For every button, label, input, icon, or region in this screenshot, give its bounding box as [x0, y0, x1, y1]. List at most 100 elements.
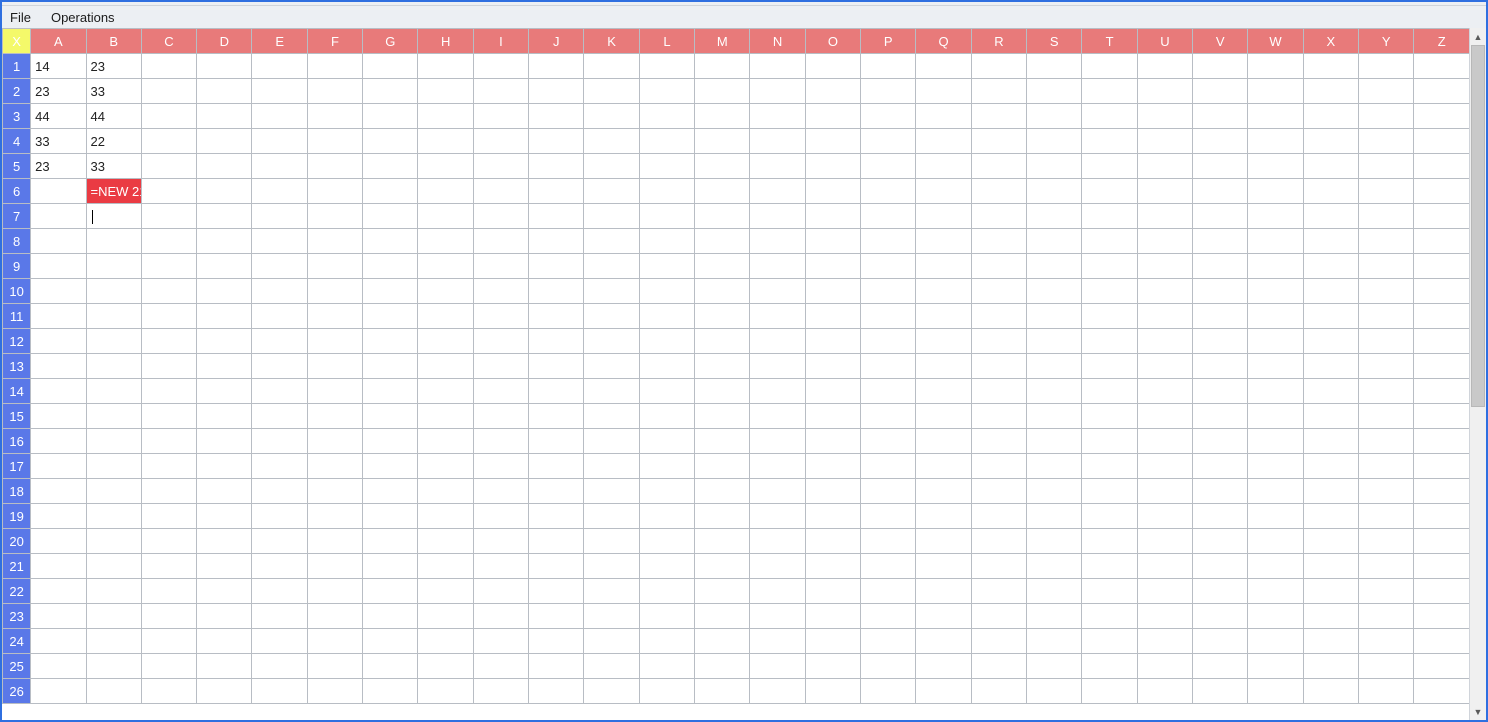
cell-B12[interactable]: [86, 329, 141, 354]
cell-J25[interactable]: [529, 654, 584, 679]
cell-C5[interactable]: [141, 154, 196, 179]
cell-R15[interactable]: [971, 404, 1026, 429]
cell-F18[interactable]: [307, 479, 362, 504]
col-header-T[interactable]: T: [1082, 29, 1137, 54]
cell-C26[interactable]: [141, 679, 196, 704]
cell-N13[interactable]: [750, 354, 805, 379]
cell-I5[interactable]: [473, 154, 528, 179]
cell-K7[interactable]: [584, 204, 639, 229]
cell-N6[interactable]: [750, 179, 805, 204]
cell-F19[interactable]: [307, 504, 362, 529]
cell-C11[interactable]: [141, 304, 196, 329]
cell-T8[interactable]: [1082, 229, 1137, 254]
cell-F20[interactable]: [307, 529, 362, 554]
cell-J6[interactable]: [529, 179, 584, 204]
cell-Z5[interactable]: [1414, 154, 1469, 179]
cell-I20[interactable]: [473, 529, 528, 554]
cell-O5[interactable]: [805, 154, 860, 179]
cell-X10[interactable]: [1303, 279, 1358, 304]
col-header-W[interactable]: W: [1248, 29, 1303, 54]
cell-H9[interactable]: [418, 254, 473, 279]
cell-R13[interactable]: [971, 354, 1026, 379]
cell-T9[interactable]: [1082, 254, 1137, 279]
cell-F5[interactable]: [307, 154, 362, 179]
cell-K26[interactable]: [584, 679, 639, 704]
cell-P4[interactable]: [861, 129, 916, 154]
cell-U4[interactable]: [1137, 129, 1192, 154]
cell-G4[interactable]: [363, 129, 418, 154]
cell-M19[interactable]: [695, 504, 750, 529]
cell-B24[interactable]: [86, 629, 141, 654]
cell-D6[interactable]: [197, 179, 252, 204]
cell-G13[interactable]: [363, 354, 418, 379]
cell-O4[interactable]: [805, 129, 860, 154]
cell-T23[interactable]: [1082, 604, 1137, 629]
cell-Q8[interactable]: [916, 229, 971, 254]
cell-I8[interactable]: [473, 229, 528, 254]
cell-P24[interactable]: [861, 629, 916, 654]
cell-N8[interactable]: [750, 229, 805, 254]
cell-R6[interactable]: [971, 179, 1026, 204]
cell-P25[interactable]: [861, 654, 916, 679]
cell-N1[interactable]: [750, 54, 805, 79]
cell-M16[interactable]: [695, 429, 750, 454]
cell-C25[interactable]: [141, 654, 196, 679]
cell-M22[interactable]: [695, 579, 750, 604]
cell-A3[interactable]: 44: [31, 104, 86, 129]
cell-A9[interactable]: [31, 254, 86, 279]
cell-O6[interactable]: [805, 179, 860, 204]
col-header-X[interactable]: X: [1303, 29, 1358, 54]
cell-Z25[interactable]: [1414, 654, 1469, 679]
cell-J22[interactable]: [529, 579, 584, 604]
row-header-4[interactable]: 4: [3, 129, 31, 154]
cell-G19[interactable]: [363, 504, 418, 529]
cell-C8[interactable]: [141, 229, 196, 254]
cell-E5[interactable]: [252, 154, 307, 179]
cell-H25[interactable]: [418, 654, 473, 679]
cell-X15[interactable]: [1303, 404, 1358, 429]
cell-T12[interactable]: [1082, 329, 1137, 354]
cell-F13[interactable]: [307, 354, 362, 379]
cell-B4[interactable]: 22: [86, 129, 141, 154]
cell-Q22[interactable]: [916, 579, 971, 604]
cell-G20[interactable]: [363, 529, 418, 554]
row-header-6[interactable]: 6: [3, 179, 31, 204]
cell-G7[interactable]: [363, 204, 418, 229]
menu-file[interactable]: File: [6, 9, 35, 26]
cell-F8[interactable]: [307, 229, 362, 254]
cell-E21[interactable]: [252, 554, 307, 579]
cell-X3[interactable]: [1303, 104, 1358, 129]
cell-Y9[interactable]: [1359, 254, 1414, 279]
cell-T19[interactable]: [1082, 504, 1137, 529]
cell-E26[interactable]: [252, 679, 307, 704]
cell-V5[interactable]: [1193, 154, 1248, 179]
cell-A10[interactable]: [31, 279, 86, 304]
cell-E10[interactable]: [252, 279, 307, 304]
cell-I11[interactable]: [473, 304, 528, 329]
cell-F21[interactable]: [307, 554, 362, 579]
row-header-14[interactable]: 14: [3, 379, 31, 404]
col-header-S[interactable]: S: [1027, 29, 1082, 54]
cell-A23[interactable]: [31, 604, 86, 629]
cell-N22[interactable]: [750, 579, 805, 604]
cell-Z18[interactable]: [1414, 479, 1469, 504]
cell-Z6[interactable]: [1414, 179, 1469, 204]
cell-V20[interactable]: [1193, 529, 1248, 554]
cell-C1[interactable]: [141, 54, 196, 79]
cell-P22[interactable]: [861, 579, 916, 604]
cell-R1[interactable]: [971, 54, 1026, 79]
cell-X9[interactable]: [1303, 254, 1358, 279]
cell-R23[interactable]: [971, 604, 1026, 629]
cell-Y25[interactable]: [1359, 654, 1414, 679]
cell-D21[interactable]: [197, 554, 252, 579]
cell-U5[interactable]: [1137, 154, 1192, 179]
cell-U2[interactable]: [1137, 79, 1192, 104]
cell-J17[interactable]: [529, 454, 584, 479]
cell-M5[interactable]: [695, 154, 750, 179]
cell-N14[interactable]: [750, 379, 805, 404]
cell-S22[interactable]: [1027, 579, 1082, 604]
cell-G2[interactable]: [363, 79, 418, 104]
cell-B22[interactable]: [86, 579, 141, 604]
row-header-7[interactable]: 7: [3, 204, 31, 229]
cell-D16[interactable]: [197, 429, 252, 454]
